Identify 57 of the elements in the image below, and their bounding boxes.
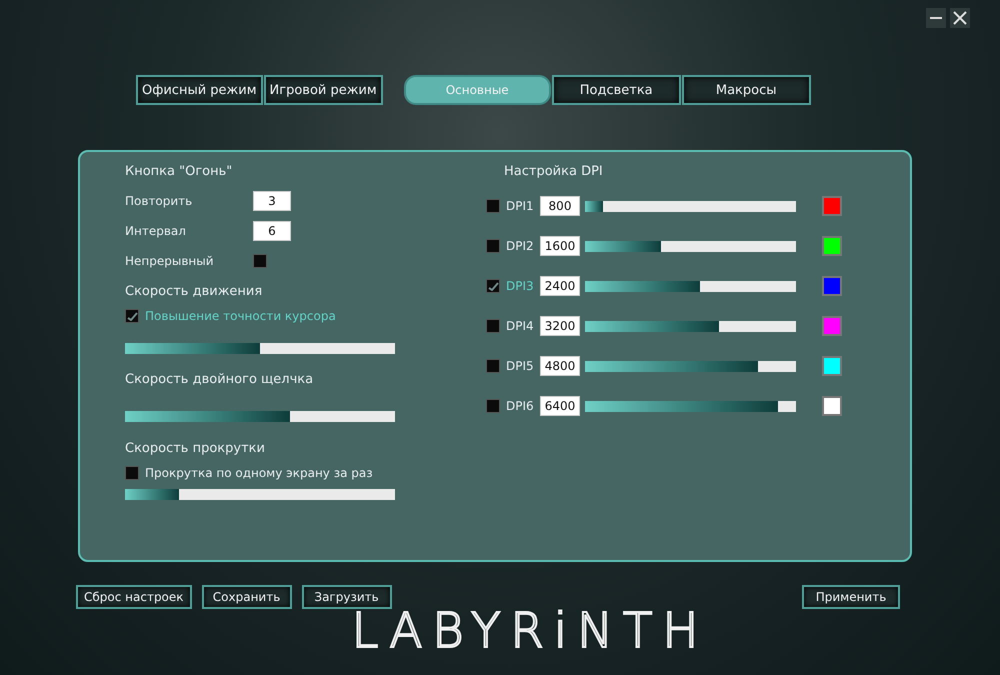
checkbox[interactable] [125, 466, 139, 480]
tab[interactable]: Подсветка [552, 75, 681, 105]
slider-track[interactable] [585, 200, 796, 212]
checkbox[interactable] [125, 309, 139, 323]
dpi-label: DPI1 [506, 199, 535, 213]
action-button[interactable]: Сброс настроек [76, 585, 192, 609]
checkbox[interactable] [486, 319, 500, 333]
section-title: Скорость движения [125, 284, 264, 301]
section-title: Настройка DPI [504, 164, 604, 181]
dpi-label: DPI5 [506, 359, 535, 373]
section-title: Кнопка "Огонь" [125, 164, 234, 181]
color-swatch[interactable] [822, 316, 842, 336]
dpi-label: DPI3 [506, 279, 535, 293]
color-swatch[interactable] [822, 276, 842, 296]
slider-track[interactable] [125, 343, 395, 354]
dpi-label: DPI4 [506, 319, 535, 333]
checkbox-label: Прокрутка по одному экрану за раз [145, 466, 373, 480]
checkbox[interactable] [486, 239, 500, 253]
dpi-label: DPI6 [506, 399, 535, 413]
checkbox[interactable] [486, 399, 500, 413]
action-button[interactable]: Сохранить [202, 585, 292, 609]
number-field[interactable]: 3 [253, 191, 291, 211]
checkbox[interactable] [253, 254, 267, 268]
dpi-value-field[interactable]: 800 [540, 196, 580, 216]
section-title: Скорость двойного щелчка [125, 372, 314, 389]
checkbox[interactable] [486, 359, 500, 373]
checkbox-label: Непрерывный [125, 254, 215, 268]
minimize-icon[interactable] [926, 8, 946, 28]
color-swatch[interactable] [822, 356, 842, 376]
dpi-value-field[interactable]: 3200 [540, 316, 580, 336]
checkbox[interactable] [486, 279, 500, 293]
slider-track[interactable] [585, 280, 796, 292]
field-label: Повторить [125, 194, 194, 208]
mode-button[interactable]: Игровой режим [264, 75, 383, 105]
slider-track[interactable] [125, 489, 395, 500]
checkbox[interactable] [486, 199, 500, 213]
checkbox-label: Повышение точности курсора [145, 309, 336, 323]
section-title: Скорость прокрутки [125, 441, 266, 458]
action-button[interactable]: Загрузить [302, 585, 392, 609]
number-field[interactable]: 6 [253, 221, 291, 241]
color-swatch[interactable] [822, 236, 842, 256]
dpi-value-field[interactable]: 2400 [540, 276, 580, 296]
mode-button[interactable]: Офисный режим [136, 75, 263, 105]
close-icon[interactable] [950, 8, 970, 28]
tab[interactable]: Макросы [682, 75, 811, 105]
color-swatch[interactable] [822, 396, 842, 416]
dpi-value-field[interactable]: 1600 [540, 236, 580, 256]
slider-track[interactable] [585, 240, 796, 252]
color-swatch[interactable] [822, 196, 842, 216]
slider-track[interactable] [125, 411, 395, 422]
dpi-value-field[interactable]: 6400 [540, 396, 580, 416]
dpi-label: DPI2 [506, 239, 535, 253]
field-label: Интервал [125, 224, 187, 238]
slider-track[interactable] [585, 320, 796, 332]
dpi-value-field[interactable]: 4800 [540, 356, 580, 376]
slider-track[interactable] [585, 360, 796, 372]
apply-button[interactable]: Применить [802, 585, 900, 609]
